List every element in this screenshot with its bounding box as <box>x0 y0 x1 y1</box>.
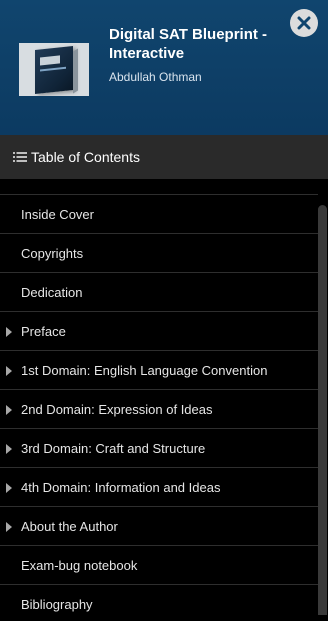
toc-item-domain-1[interactable]: 1st Domain: English Language Convention <box>0 351 318 390</box>
toc-item-domain-3[interactable]: 3rd Domain: Craft and Structure <box>0 429 318 468</box>
close-icon <box>297 16 311 30</box>
toc-item-domain-4[interactable]: 4th Domain: Information and Ideas <box>0 468 318 507</box>
book-header: Digital SAT Blueprint - Interactive Abdu… <box>0 0 328 135</box>
expand-arrow-icon[interactable] <box>6 405 12 415</box>
toc-item-label: Dedication <box>21 284 83 300</box>
expand-arrow-icon[interactable] <box>6 366 12 376</box>
expand-arrow-icon[interactable] <box>6 522 12 532</box>
close-button[interactable] <box>290 9 318 37</box>
book-title: Digital SAT Blueprint - Interactive <box>109 26 268 62</box>
book-author: Abdullah Othman <box>109 70 202 84</box>
toc-list: Inside Cover Copyrights Dedication Prefa… <box>0 179 328 621</box>
toc-item-preface[interactable]: Preface <box>0 312 318 351</box>
toc-item-label: 4th Domain: Information and Ideas <box>21 479 221 495</box>
toc-item-label: About the Author <box>21 518 118 534</box>
toc-header-label: Table of Contents <box>31 149 140 165</box>
expand-arrow-icon[interactable] <box>6 483 12 493</box>
toc-item-inside-cover[interactable]: Inside Cover <box>0 195 318 234</box>
toc-item-exam-bug-notebook[interactable]: Exam-bug notebook <box>0 546 318 585</box>
toc-item-copyrights[interactable]: Copyrights <box>0 234 318 273</box>
toc-item-domain-2[interactable]: 2nd Domain: Expression of Ideas <box>0 390 318 429</box>
expand-arrow-icon[interactable] <box>6 327 12 337</box>
toc-item-about-author[interactable]: About the Author <box>0 507 318 546</box>
book-cover-image <box>35 46 73 94</box>
toc-item-label: Inside Cover <box>21 206 94 222</box>
book-cover-spine <box>73 48 78 94</box>
toc-item-label: 2nd Domain: Expression of Ideas <box>21 401 213 417</box>
toc-item-label: Preface <box>21 323 66 339</box>
toc-item-label: Copyrights <box>21 245 84 261</box>
toc-item-bibliography[interactable]: Bibliography <box>0 585 318 621</box>
expand-arrow-icon[interactable] <box>6 444 12 454</box>
toc-item-label: Bibliography <box>21 596 93 612</box>
scrollbar-thumb[interactable] <box>318 205 327 615</box>
toc-item-label: 3rd Domain: Craft and Structure <box>21 440 206 456</box>
toc-item-label: Exam-bug notebook <box>21 557 138 573</box>
toc-item-label: 1st Domain: English Language Convention <box>21 362 268 378</box>
list-icon <box>13 151 27 163</box>
toc-item-dedication[interactable]: Dedication <box>0 273 318 312</box>
book-cover-thumbnail <box>19 43 89 96</box>
toc-header[interactable]: Table of Contents <box>0 135 328 179</box>
